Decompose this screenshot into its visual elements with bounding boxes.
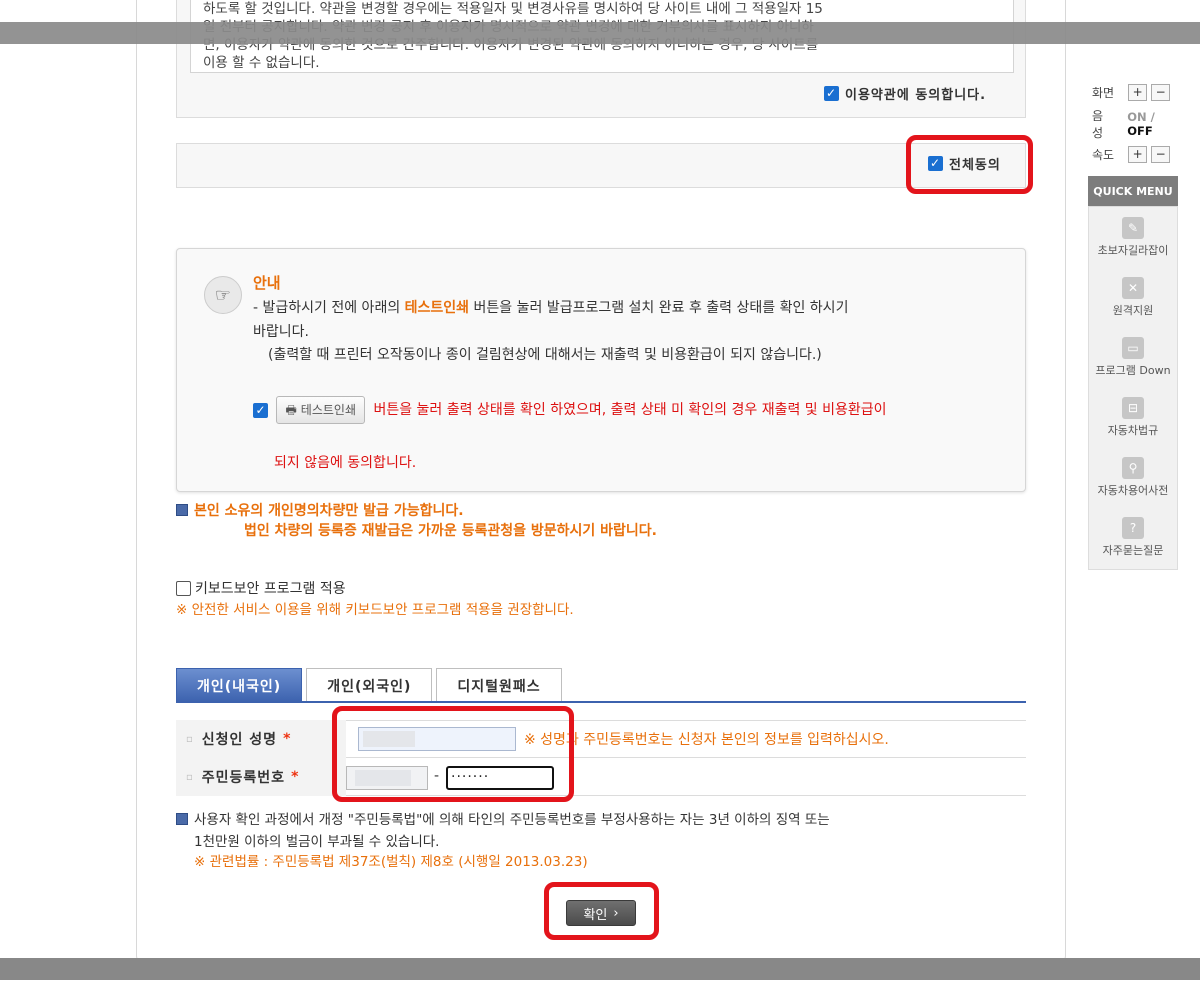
voice-sep: /	[1150, 110, 1155, 124]
all-agree-bar	[176, 143, 1026, 188]
notice-line1-highlight: 테스트인쇄	[404, 300, 470, 316]
bottom-margin	[0, 980, 1200, 1002]
quick-item-label: 초보자길라잡이	[1097, 243, 1169, 257]
quick-item-label: 자동차법규	[1107, 423, 1159, 437]
quick-item-faq[interactable]: ? 자주묻는질문	[1089, 507, 1177, 567]
quick-item-remote-support[interactable]: ✕ 원격지원	[1089, 267, 1177, 327]
name-label-text: 신청인 성명	[201, 732, 278, 748]
notice-line1-suffix: 버튼을 눌러 발급프로그램 설치 완료 후 출력 상태를 확인 하시기	[469, 300, 849, 316]
notice-hand-icon: ☞	[204, 276, 242, 314]
rrn-warning-line2: 1천만원 이하의 벌금이 부과될 수 있습니다.	[194, 834, 440, 850]
notice-title: 안내	[253, 274, 281, 292]
rrn-warning-line1-text: 사용자 확인 과정에서 개정 "주민등록법"에 의해 타인의 주민등록번호를 부…	[194, 812, 830, 828]
quick-item-car-law[interactable]: ⊟ 자동차법규	[1089, 387, 1177, 447]
zoom-out-button[interactable]: −	[1151, 83, 1171, 101]
voice-toggle[interactable]: ON / OFF	[1127, 110, 1182, 138]
search-icon: ⚲	[1122, 456, 1144, 479]
keyboard-security-checkbox[interactable]	[176, 580, 191, 596]
agree-terms-label: 이용약관에 동의합니다.	[845, 88, 987, 103]
notice-text: - 발급하시기 전에 아래의 테스트인쇄 버튼을 눌러 발급프로그램 설치 완료…	[253, 296, 993, 344]
quick-menu-list: ✎ 초보자길라잡이 ✕ 원격지원 ▭ 프로그램 Down ⊟ 자동차법규 ⚲ 자동차용어사…	[1088, 206, 1178, 570]
quick-item-label: 자주묻는질문	[1102, 543, 1164, 557]
ownership-notice-line1: 본인 소유의 개인명의차량만 발급 가능합니다.	[176, 502, 464, 520]
voice-off[interactable]: OFF	[1127, 124, 1153, 138]
keyboard-security-warning: ※ 안전한 서비스 이용을 위해 키보드보안 프로그램 적용을 권장합니다.	[176, 602, 574, 618]
quick-item-program-download[interactable]: ▭ 프로그램 Down	[1089, 327, 1177, 387]
rrn-warning-line1: 사용자 확인 과정에서 개정 "주민등록법"에 의해 타인의 주민등록번호를 부…	[176, 810, 986, 830]
required-mark: *	[283, 731, 292, 747]
agree-terms-checkbox[interactable]: ✓	[824, 86, 839, 101]
speed-label: 속도	[1092, 147, 1115, 162]
notice-subtext: (출력할 때 프린터 오작동이나 종이 걸림현상에 대해서는 재출력 및 비용환…	[268, 347, 822, 363]
quick-item-beginner-guide[interactable]: ✎ 초보자길라잡이	[1089, 207, 1177, 267]
test-print-button[interactable]: 🖶 테스트인쇄	[276, 396, 365, 424]
quick-item-label: 프로그램 Down	[1095, 363, 1171, 377]
speed-control: 속도 + −	[1092, 142, 1182, 166]
tab-domestic[interactable]: 개인(내국인)	[176, 668, 303, 702]
quick-menu-header: QUICK MENU	[1088, 176, 1178, 206]
quick-item-label: 원격지원	[1112, 303, 1154, 317]
highlight-confirm-button	[544, 882, 659, 940]
tab-digital-onepass[interactable]: 디지털원패스	[436, 668, 562, 702]
tools-icon: ✕	[1122, 276, 1144, 299]
notice-line2: 바랍니다.	[253, 324, 309, 340]
terms-line: 하도록 할 것입니다. 약관을 변경할 경우에는 적용일자 및 변경사유를 명시…	[203, 1, 823, 17]
voice-control: 음성 ON / OFF	[1092, 109, 1182, 140]
question-icon: ?	[1122, 516, 1144, 539]
bullet-square-icon	[176, 504, 188, 516]
label-dot-icon: ▫	[186, 733, 194, 745]
speed-down-button[interactable]: −	[1151, 145, 1171, 163]
bullet-square-icon	[176, 813, 188, 825]
highlight-identity-fields	[332, 706, 574, 802]
document-icon: ✎	[1122, 216, 1144, 239]
test-print-checkbox[interactable]: ✓	[253, 402, 268, 418]
terms-line: 이용 할 수 없습니다.	[203, 55, 320, 71]
bottom-overlay-bar	[0, 958, 1200, 980]
screen-zoom-label: 화면	[1092, 85, 1115, 100]
zoom-in-button[interactable]: +	[1128, 83, 1148, 101]
top-overlay-bar	[0, 22, 1200, 44]
tab-underline	[176, 701, 1026, 703]
tab-foreigner[interactable]: 개인(외국인)	[306, 668, 433, 702]
car-icon: ⊟	[1122, 396, 1144, 419]
rrn-label: ▫ 주민등록번호 *	[176, 758, 346, 796]
name-label: ▫ 신청인 성명 *	[176, 720, 346, 758]
notice-line1-prefix: - 발급하시기 전에 아래의	[253, 300, 405, 316]
agree-terms-checkbox-row[interactable]: ✓ 이용약관에 동의합니다.	[824, 84, 986, 103]
quick-item-car-dictionary[interactable]: ⚲ 자동차용어사전	[1089, 447, 1177, 507]
keyboard-security-label: 키보드보안 프로그램 적용	[195, 581, 346, 597]
keyboard-security-row[interactable]: 키보드보안 프로그램 적용	[176, 578, 346, 598]
name-hint: ※ 성명과 주민등록번호는 신청자 본인의 정보를 입력하십시오.	[524, 732, 889, 748]
identity-tabs: 개인(내국인) 개인(외국인) 디지털원패스	[176, 668, 562, 702]
ownership-line1-text: 본인 소유의 개인명의차량만 발급 가능합니다.	[194, 503, 464, 519]
voice-on[interactable]: ON	[1127, 110, 1146, 124]
label-dot-icon: ▫	[186, 771, 194, 783]
required-mark: *	[291, 769, 300, 785]
test-print-confirm-text: 버튼을 눌러 출력 상태를 확인 하였으며, 출력 상태 미 확인의 경우 재출…	[373, 402, 887, 418]
monitor-icon: ▭	[1122, 336, 1144, 359]
ownership-notice-line2: 법인 차량의 등록증 재발급은 가까운 등록관청을 방문하시기 바랍니다.	[244, 523, 657, 539]
highlight-all-agree	[906, 135, 1033, 194]
voice-label: 음성	[1092, 109, 1104, 140]
test-print-row: ✓ 🖶 테스트인쇄 버튼을 눌러 출력 상태를 확인 하였으며, 출력 상태 미 …	[253, 396, 993, 424]
speed-up-button[interactable]: +	[1128, 145, 1148, 163]
test-print-button-label: 테스트인쇄	[300, 403, 356, 417]
rrn-label-text: 주민등록번호	[201, 770, 286, 786]
rrn-law-reference: ※ 관련법률 : 주민등록법 제37조(벌칙) 제8호 (시행일 2013.03…	[194, 854, 588, 870]
test-print-confirm-text2: 되지 않음에 동의합니다.	[274, 455, 417, 471]
printer-icon: 🖶	[285, 403, 297, 417]
quick-item-label: 자동차용어사전	[1097, 483, 1169, 497]
screen-zoom-control: 화면 + −	[1092, 80, 1182, 104]
